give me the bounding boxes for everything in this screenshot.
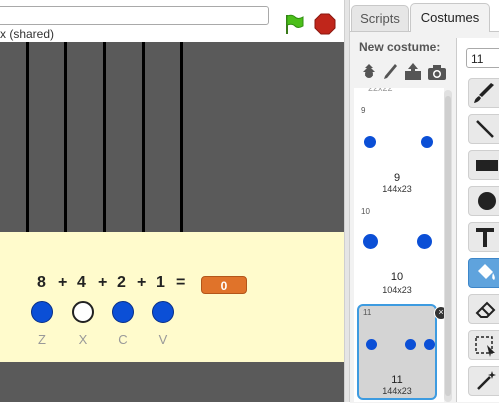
text-tool-button[interactable] xyxy=(468,222,499,252)
costume-card-11[interactable]: 11 11 144x23 xyxy=(357,304,437,400)
costume-size-label: 22x22 xyxy=(368,88,393,93)
green-flag-icon[interactable] xyxy=(283,13,305,35)
line-tool-button[interactable] xyxy=(468,114,499,144)
costume-number: 9 xyxy=(361,106,366,115)
scrollbar-thumb[interactable] xyxy=(445,96,451,396)
equals-sign: = xyxy=(176,274,186,291)
costume-dot xyxy=(424,339,435,350)
upload-costume-icon[interactable] xyxy=(403,62,423,82)
project-title-input[interactable] xyxy=(0,6,269,25)
term-1: 1 xyxy=(156,274,165,291)
costume-size: 104x23 xyxy=(382,285,412,295)
ellipse-tool-button[interactable] xyxy=(468,186,499,216)
costume-number: 10 xyxy=(361,207,370,216)
rectangle-icon xyxy=(476,160,498,171)
new-costume-label: New costume: xyxy=(359,40,441,54)
costume-name: 10 xyxy=(390,271,404,283)
fill-tool-button[interactable] xyxy=(468,258,499,288)
plus-sign: + xyxy=(137,274,147,291)
term-4: 4 xyxy=(77,274,86,291)
key-label-z: Z xyxy=(38,332,46,347)
stop-sign-icon[interactable] xyxy=(314,13,336,35)
paint-bucket-icon xyxy=(478,264,495,280)
delete-costume-icon[interactable]: × xyxy=(434,306,444,320)
stage-equation-area: 8 + 4 + 2 + 1 = 0 Z X C V xyxy=(0,232,344,362)
bit-8-toggle[interactable] xyxy=(31,301,53,323)
costume-dot xyxy=(417,234,432,249)
costume-size: 144x23 xyxy=(382,386,412,396)
costume-dot xyxy=(366,339,377,350)
costume-name-input[interactable]: 11 xyxy=(466,48,499,68)
sum-readout: 0 xyxy=(201,276,247,294)
text-icon xyxy=(476,228,494,247)
costume-name: 9 xyxy=(393,172,401,184)
costume-dot xyxy=(405,339,416,350)
plus-sign: + xyxy=(98,274,108,291)
costume-dot xyxy=(421,136,433,148)
plus-sign: + xyxy=(58,274,68,291)
key-label-v: V xyxy=(158,332,168,347)
eraser-tool-button[interactable] xyxy=(468,294,499,324)
select-icon xyxy=(475,336,495,357)
choose-from-library-icon[interactable] xyxy=(359,62,379,82)
magic-wand-tool-button[interactable] xyxy=(468,366,499,396)
bit-1-toggle[interactable] xyxy=(152,301,174,323)
key-label-c: C xyxy=(118,332,128,347)
select-tool-button[interactable] xyxy=(468,330,499,360)
variable-label: x (shared) xyxy=(0,27,55,41)
key-label-x: X xyxy=(78,332,88,347)
camera-icon[interactable] xyxy=(427,62,447,82)
brush-tool-button[interactable] xyxy=(468,78,499,108)
costume-dot xyxy=(363,234,378,249)
paint-new-costume-icon[interactable] xyxy=(380,62,400,82)
bit-2-toggle[interactable] xyxy=(112,301,134,323)
term-2: 2 xyxy=(117,274,126,291)
bit-4-toggle[interactable] xyxy=(72,301,94,323)
brush-icon xyxy=(474,83,494,103)
tab-scripts[interactable]: Scripts xyxy=(351,5,409,31)
costume-list[interactable]: 22x22 9 9 144x23 10 10 104x23 11 11 144x… xyxy=(354,88,444,402)
term-8: 8 xyxy=(37,274,46,291)
eraser-icon xyxy=(475,301,496,318)
costume-dot xyxy=(364,136,376,148)
costume-number: 11 xyxy=(363,308,372,317)
costume-name: 11 xyxy=(391,374,403,386)
magic-wand-icon xyxy=(477,371,496,390)
line-icon xyxy=(476,120,494,138)
costume-size: 144x23 xyxy=(382,184,412,194)
ellipse-icon xyxy=(478,192,496,210)
rectangle-tool-button[interactable] xyxy=(468,150,499,180)
tab-costumes[interactable]: Costumes xyxy=(410,3,490,32)
